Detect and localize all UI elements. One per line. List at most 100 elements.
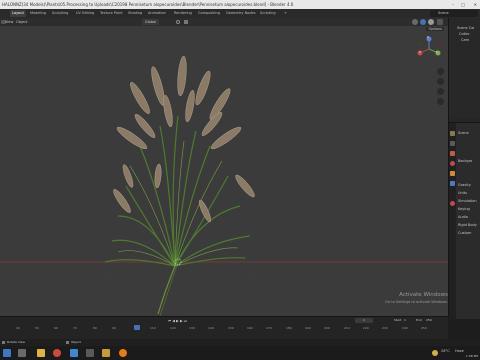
ruler-tick: 40	[16, 326, 20, 330]
properties-item[interactable]: Gravity	[458, 183, 471, 188]
camera-view-icon[interactable]	[437, 88, 444, 95]
gizmo-x-label: X	[419, 51, 421, 54]
ruler-tick: 240	[402, 326, 408, 330]
temperature: 26°C	[441, 349, 450, 353]
tab-shading[interactable]: Shading	[126, 10, 144, 17]
prev-keyframe-icon[interactable]: ◀	[172, 319, 175, 323]
shading-rendered-icon[interactable]	[428, 19, 434, 25]
status-bar: Rotate View Object	[0, 339, 480, 346]
start-label: Start	[394, 318, 402, 322]
status-left-icon	[2, 341, 5, 344]
zoom-icon[interactable]	[437, 68, 444, 75]
outliner-item[interactable]: Cam	[461, 38, 469, 43]
file-explorer-icon[interactable]	[37, 349, 45, 357]
outliner-item[interactable]: Collec	[459, 32, 470, 37]
start-icon[interactable]	[3, 349, 11, 357]
shading-options-icon[interactable]	[437, 19, 443, 25]
tab-geometry-nodes[interactable]: Geometry Nodes	[224, 10, 258, 17]
tab-texture-paint[interactable]: Texture Paint	[98, 10, 125, 17]
play-icon[interactable]: ▶	[176, 319, 179, 323]
viewport-scene	[0, 55, 448, 316]
app-icon[interactable]	[86, 349, 94, 357]
transform-icon[interactable]	[176, 20, 180, 24]
scene-tab-icon[interactable]	[450, 151, 455, 156]
blender-icon[interactable]	[119, 349, 127, 357]
playhead[interactable]	[134, 325, 140, 330]
ruler-tick: 180	[286, 326, 292, 330]
app-icon[interactable]	[102, 349, 110, 357]
grid-floor	[0, 215, 448, 316]
outliner-item[interactable]: Scene Col	[457, 26, 474, 31]
pan-hand-icon[interactable]	[437, 78, 444, 85]
snap-icon[interactable]	[184, 20, 188, 24]
ruler-tick: 80	[93, 326, 97, 330]
properties-item[interactable]: Backgro	[458, 159, 472, 164]
search-icon[interactable]	[18, 349, 26, 357]
ruler-tick: 250	[421, 326, 427, 330]
perspective-grid-icon[interactable]	[437, 98, 444, 105]
next-keyframe-icon[interactable]: ▶	[180, 319, 183, 323]
tab-layout[interactable]: Layout	[10, 10, 26, 17]
shading-material-icon[interactable]	[420, 19, 426, 25]
ruler-tick: 120	[170, 326, 176, 330]
scene-label: Scene	[438, 11, 449, 15]
ruler-tick: 130	[189, 326, 195, 330]
right-panel: Scene Col Collec Cam Scene Backgro Gravi…	[448, 18, 480, 319]
tab-scripting[interactable]: Scripting	[258, 10, 278, 17]
frame-ruler[interactable]: 40 50 60 70 80 90 110 120 130 140 150 16…	[0, 325, 448, 331]
ruler-tick: 90	[112, 326, 116, 330]
properties-item[interactable]: Audio	[458, 215, 468, 220]
timeline[interactable]: ⏮ ◀ ▶ ▶ ⏭ 1 Start 1 End 250 40 50 60 70 …	[0, 316, 448, 340]
tab-animation[interactable]: Animation	[146, 10, 168, 17]
render-tab-icon[interactable]	[450, 141, 455, 146]
add-workspace-button[interactable]: +	[282, 10, 289, 17]
ruler-tick: 190	[305, 326, 311, 330]
tab-uv-editing[interactable]: UV Editing	[74, 10, 96, 17]
properties-editor[interactable]: Scene Backgro Gravity Units Simulation K…	[449, 122, 480, 319]
scene-selector[interactable]: Scene	[430, 10, 478, 17]
close-icon[interactable]: ✕	[474, 0, 477, 9]
tool-tab-icon[interactable]	[450, 131, 455, 136]
viewport-header: View Object Global	[0, 18, 448, 26]
end-frame-field[interactable]: 250	[426, 318, 432, 322]
watermark-line1: Activate Windows	[399, 292, 448, 298]
gizmo-z-label: Z	[427, 36, 429, 39]
properties-item[interactable]: Rigid Body	[458, 223, 477, 228]
object-tab-icon[interactable]	[450, 171, 455, 176]
menu-view[interactable]: View	[5, 18, 13, 26]
status-left: Rotate View	[7, 340, 25, 344]
ruler-tick: 150	[228, 326, 234, 330]
shading-solid-icon[interactable]	[412, 19, 418, 25]
tab-sculpting[interactable]: Sculpting	[50, 10, 70, 17]
weather-icon[interactable]	[432, 350, 438, 356]
orientation-label: Global	[145, 20, 157, 24]
navigation-gizmo[interactable]	[416, 36, 442, 62]
properties-item[interactable]: Units	[458, 191, 467, 196]
outliner[interactable]: Scene Col Collec Cam	[449, 18, 480, 118]
app-icon[interactable]	[70, 349, 78, 357]
chrome-icon[interactable]	[53, 349, 61, 357]
playback-controls: ⏮ ◀ ▶ ▶ ⏭	[168, 319, 187, 324]
3d-viewport[interactable]: Options Z X Y Activate Windows Go to Set…	[0, 26, 448, 316]
ruler-tick: 210	[344, 326, 350, 330]
properties-item[interactable]: Keying	[458, 207, 470, 212]
start-frame-field[interactable]: 1	[404, 318, 406, 322]
world-tab-icon[interactable]	[450, 161, 455, 166]
tab-rendering[interactable]: Rendering	[172, 10, 194, 17]
maximize-icon[interactable]: □	[461, 0, 465, 9]
properties-item[interactable]: Custom	[458, 231, 471, 236]
modifier-tab-icon[interactable]	[450, 181, 455, 186]
properties-item[interactable]: Scene	[458, 131, 469, 136]
orientation-dropdown[interactable]: Global	[142, 19, 160, 25]
physics-tab-icon[interactable]	[450, 201, 455, 206]
jump-start-icon[interactable]: ⏮	[168, 319, 171, 323]
jump-end-icon[interactable]: ⏭	[184, 319, 187, 323]
properties-item[interactable]: Simulation	[458, 199, 477, 204]
minimize-icon[interactable]: –	[452, 0, 454, 9]
status-mid-icon	[66, 341, 69, 344]
current-frame-field[interactable]: 1	[355, 318, 373, 323]
tab-compositing[interactable]: Compositing	[196, 10, 222, 17]
ruler-tick: 160	[247, 326, 253, 330]
tab-modeling[interactable]: Modeling	[28, 10, 48, 17]
menu-object[interactable]: Object	[16, 18, 27, 26]
